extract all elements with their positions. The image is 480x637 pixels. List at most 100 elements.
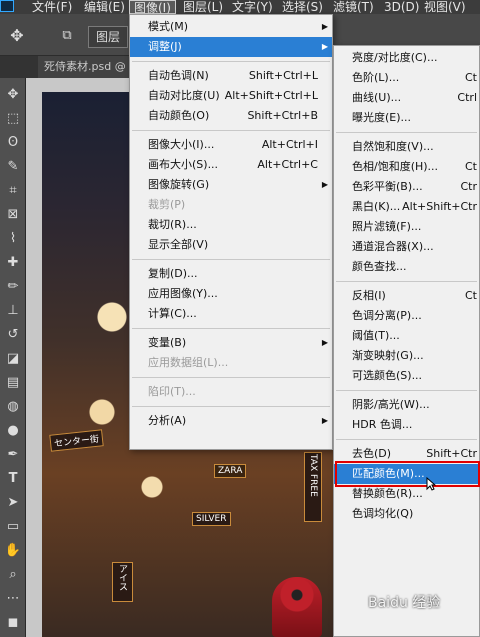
menu-item-replace-color[interactable]: 替换颜色(R)...	[334, 484, 479, 504]
menu-item-label: HDR 色调...	[352, 418, 413, 431]
menu-item-curves[interactable]: 曲线(U)... Ctrl	[334, 88, 479, 108]
menu-item-shortcut: Alt+Shift+Ctr	[402, 200, 477, 213]
menu-item-brightness-contrast[interactable]: 亮度/对比度(C)...	[334, 48, 479, 68]
menu-item-photo-filter[interactable]: 照片滤镜(F)...	[334, 217, 479, 237]
crop-tool-icon[interactable]: ⌗	[2, 180, 24, 202]
clone-stamp-tool-icon[interactable]: ⊥	[2, 300, 24, 322]
history-brush-tool-icon[interactable]: ↺	[2, 324, 24, 346]
menu-item-shortcut: Ct	[465, 160, 477, 173]
canvas-sign: TAX FREE	[304, 452, 322, 522]
dodge-tool-icon[interactable]: ●	[2, 420, 24, 442]
menu-separator	[336, 390, 477, 391]
zoom-tool-icon[interactable]: ⌕	[2, 564, 24, 586]
menu-item-duplicate[interactable]: 复制(D)...	[130, 264, 332, 284]
more-tools-icon[interactable]: ⋯	[2, 588, 24, 610]
layer-select-dropdown[interactable]: 图层	[88, 26, 128, 48]
menu-item-color-lookup[interactable]: 颜色查找...	[334, 257, 479, 277]
menu-item-label: 计算(C)...	[148, 307, 197, 320]
healing-brush-tool-icon[interactable]: ✚	[2, 252, 24, 274]
menu-item-trim[interactable]: 裁切(R)...	[130, 215, 332, 235]
menu-item-color-balance[interactable]: 色彩平衡(B)... Ctr	[334, 177, 479, 197]
menu-item-hue-saturation[interactable]: 色相/饱和度(H)... Ct	[334, 157, 479, 177]
menu-file[interactable]: 文件(F)	[28, 0, 76, 14]
menu-item-auto-color[interactable]: 自动颜色(O) Shift+Ctrl+B	[130, 106, 332, 126]
menu-item-levels[interactable]: 色阶(L)... Ct	[334, 68, 479, 88]
menu-item-label: 阴影/高光(W)...	[352, 398, 430, 411]
menu-item-shortcut: Shift+Ctrl+B	[247, 109, 318, 122]
menu-3d[interactable]: 3D(D)	[380, 0, 423, 14]
menu-item-label: 自然饱和度(V)...	[352, 140, 434, 153]
menu-item-apply-image[interactable]: 应用图像(Y)...	[130, 284, 332, 304]
menu-item-label: 反相(I)	[352, 289, 386, 302]
menu-item-exposure[interactable]: 曝光度(E)...	[334, 108, 479, 128]
menu-item-shortcut: Ct	[465, 71, 477, 84]
eraser-tool-icon[interactable]: ◪	[2, 348, 24, 370]
document-tab[interactable]: 死侍素材.psd @	[38, 56, 133, 78]
brush-tool-icon[interactable]: ✏	[2, 276, 24, 298]
menu-item-label: 渐变映射(G)...	[352, 349, 424, 362]
marquee-tool-icon[interactable]: ⬚	[2, 108, 24, 130]
menu-item-shadows-highlights[interactable]: 阴影/高光(W)...	[334, 395, 479, 415]
menu-item-label: 通道混合器(X)...	[352, 240, 434, 253]
menu-item-equalize[interactable]: 色调均化(Q)	[334, 504, 479, 524]
canvas-sign: センター街	[49, 429, 104, 452]
menu-item-image-rotation[interactable]: 图像旋转(G) ▶	[130, 175, 332, 195]
menu-item-vibrance[interactable]: 自然饱和度(V)...	[334, 137, 479, 157]
menu-item-adjustments[interactable]: 调整(J) ▶	[130, 37, 332, 57]
menu-layer[interactable]: 图层(L)	[179, 0, 227, 14]
menu-item-invert[interactable]: 反相(I) Ct	[334, 286, 479, 306]
menu-view[interactable]: 视图(V)	[420, 0, 470, 14]
menu-item-posterize[interactable]: 色调分离(P)...	[334, 306, 479, 326]
menu-filter[interactable]: 滤镜(T)	[329, 0, 378, 14]
eyedropper-tool-icon[interactable]: ⌇	[2, 228, 24, 250]
menu-separator	[336, 132, 477, 133]
move-tool-option-icon[interactable]: ✥	[6, 25, 28, 47]
blur-tool-icon[interactable]: ◍	[2, 396, 24, 418]
submenu-arrow-icon: ▶	[321, 180, 328, 189]
gradient-tool-icon[interactable]: ▤	[2, 372, 24, 394]
annotation-highlight-box	[335, 461, 480, 487]
menu-item-label: 图像旋转(G)	[148, 178, 210, 191]
menu-item-channel-mixer[interactable]: 通道混合器(X)...	[334, 237, 479, 257]
menu-item-label: 曝光度(E)...	[352, 111, 412, 124]
menu-item-auto-tone[interactable]: 自动色调(N) Shift+Ctrl+L	[130, 66, 332, 86]
frame-tool-icon[interactable]: ⊠	[2, 204, 24, 226]
menu-item-shortcut: Ctr	[460, 180, 477, 193]
menu-image[interactable]: 图像(I)	[129, 0, 176, 15]
color-swatch-icon[interactable]: ◼	[2, 612, 24, 634]
menu-type[interactable]: 文字(Y)	[228, 0, 277, 14]
menu-edit[interactable]: 编辑(E)	[80, 0, 129, 14]
hand-tool-icon[interactable]: ✋	[2, 540, 24, 562]
menu-item-calculations[interactable]: 计算(C)...	[130, 304, 332, 324]
menu-separator	[132, 377, 330, 378]
menu-item-mode[interactable]: 模式(M) ▶	[130, 17, 332, 37]
menu-item-canvas-size[interactable]: 画布大小(S)... Alt+Ctrl+C	[130, 155, 332, 175]
menu-item-trap: 陷印(T)...	[130, 382, 332, 402]
menu-item-hdr-toning[interactable]: HDR 色调...	[334, 415, 479, 435]
menu-item-auto-contrast[interactable]: 自动对比度(U) Alt+Shift+Ctrl+L	[130, 86, 332, 106]
menu-item-selective-color[interactable]: 可选颜色(S)...	[334, 366, 479, 386]
canvas-sign: アイス	[112, 562, 133, 602]
pen-tool-icon[interactable]: ✒	[2, 444, 24, 466]
menu-item-variables[interactable]: 变量(B) ▶	[130, 333, 332, 353]
path-select-tool-icon[interactable]: ➤	[2, 492, 24, 514]
menu-item-label: 色调分离(P)...	[352, 309, 422, 322]
rectangle-tool-icon[interactable]: ▭	[2, 516, 24, 538]
auto-select-icon[interactable]: ⧉	[56, 25, 78, 47]
type-tool-icon[interactable]: T	[2, 468, 24, 490]
menu-item-shortcut: Shift+Ctrl+L	[248, 69, 318, 82]
submenu-arrow-icon: ▶	[321, 42, 328, 51]
lasso-tool-icon[interactable]: ʘ	[2, 132, 24, 154]
menu-item-reveal-all[interactable]: 显示全部(V)	[130, 235, 332, 255]
menu-item-shortcut: Ct	[465, 289, 477, 302]
menu-item-label: 可选颜色(S)...	[352, 369, 423, 382]
menu-item-image-size[interactable]: 图像大小(I)... Alt+Ctrl+I	[130, 135, 332, 155]
move-tool-icon[interactable]: ✥	[2, 84, 24, 106]
submenu-arrow-icon: ▶	[321, 338, 328, 347]
menu-item-black-white[interactable]: 黑白(K)... Alt+Shift+Ctr	[334, 197, 479, 217]
menu-item-threshold[interactable]: 阈值(T)...	[334, 326, 479, 346]
menu-item-analysis[interactable]: 分析(A) ▶	[130, 411, 332, 431]
menu-select[interactable]: 选择(S)	[278, 0, 327, 14]
quick-select-tool-icon[interactable]: ✎	[2, 156, 24, 178]
menu-item-gradient-map[interactable]: 渐变映射(G)...	[334, 346, 479, 366]
